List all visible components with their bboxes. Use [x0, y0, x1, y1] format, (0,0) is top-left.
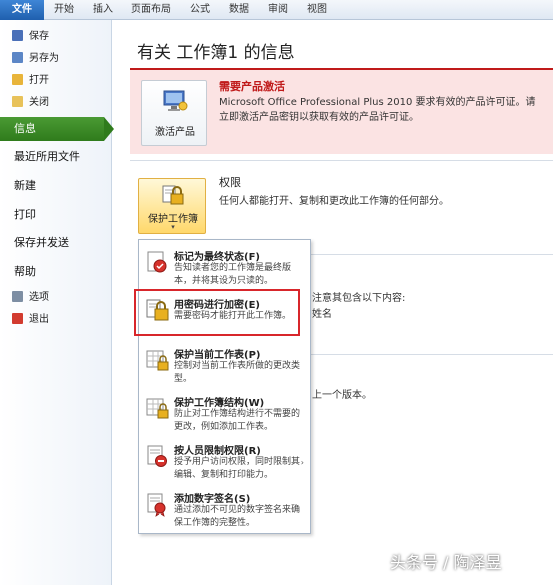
- exit-icon: [12, 313, 23, 324]
- sidebar-item-help[interactable]: 帮助: [14, 261, 36, 283]
- inspect-text: 注意其包含以下内容:: [312, 293, 406, 304]
- sidebar-item-label: 另存为: [29, 53, 59, 64]
- save-icon: [12, 30, 23, 41]
- save-as-icon: [12, 52, 23, 63]
- activation-panel: 激活产品 需要产品激活 Microsoft Office Professiona…: [130, 68, 553, 154]
- tab-insert[interactable]: 插入: [93, 0, 113, 20]
- activation-description: Microsoft Office Professional Plus 2010 …: [219, 97, 536, 123]
- divider: [130, 160, 553, 161]
- activation-title: 需要产品激活: [219, 80, 285, 93]
- permissions-description: 任何人都能打开、复制和更改此工作簿的任何部分。: [219, 196, 449, 207]
- open-folder-icon: [12, 74, 23, 85]
- menu-item-digital-signature[interactable]: 添加数字签名(S) 通过添加不可见的数字签名来确保工作簿的完整性。: [139, 488, 310, 532]
- chevron-down-icon: ▾: [171, 223, 175, 231]
- menu-item-title: 保护工作簿结构(W): [174, 398, 265, 409]
- tab-formulas[interactable]: 公式: [190, 0, 210, 20]
- sidebar-item-save-send[interactable]: 保存并发送: [14, 232, 69, 254]
- close-folder-icon: [12, 96, 23, 107]
- restrict-permission-icon: [147, 445, 167, 467]
- ribbon-tab-bar: 文件 开始 插入 页面布局 公式 数据 审阅 视图: [0, 0, 553, 20]
- menu-item-restrict-permission[interactable]: 按人员限制权限(R) 授予用户访问权限，同时限制其编辑、复制和打印能力。 ›: [139, 440, 310, 484]
- protect-sheet-icon: [146, 350, 169, 371]
- sidebar-item-recent[interactable]: 最近所用文件: [14, 146, 80, 168]
- menu-item-description: 授予用户访问权限，同时限制其编辑、复制和打印能力。: [174, 457, 301, 480]
- mark-final-icon: [147, 251, 167, 273]
- menu-item-protect-sheet[interactable]: 保护当前工作表(P) 控制对当前工作表所做的更改类型。: [139, 344, 310, 388]
- menu-item-description: 控制对当前工作表所做的更改类型。: [174, 361, 301, 384]
- sidebar-item-print[interactable]: 打印: [14, 204, 36, 226]
- versions-text: 上一个版本。: [312, 390, 372, 401]
- menu-item-title: 按人员限制权限(R): [174, 446, 261, 457]
- sidebar-item-save-as[interactable]: 另存为: [12, 50, 59, 68]
- activate-product-label: 激活产品: [155, 127, 195, 138]
- divider: [311, 254, 553, 255]
- tab-page-layout[interactable]: 页面布局: [131, 0, 171, 20]
- menu-item-mark-final[interactable]: 标记为最终状态(F) 告知读者您的工作簿是最终版本，并将其设为只读的。: [139, 246, 310, 290]
- menu-item-title: 保护当前工作表(P): [174, 350, 261, 361]
- sidebar-item-close[interactable]: 关闭: [12, 94, 49, 112]
- sidebar-item-open[interactable]: 打开: [12, 72, 49, 90]
- sidebar-item-label: 退出: [29, 314, 49, 325]
- sidebar-item-new[interactable]: 新建: [14, 175, 36, 197]
- menu-item-description: 告知读者您的工作簿是最终版本，并将其设为只读的。: [174, 263, 292, 286]
- menu-item-title: 标记为最终状态(F): [174, 252, 260, 263]
- watermark-text: 头条号 / 陶泽昱: [390, 553, 502, 572]
- sidebar-item-label: 保存: [29, 31, 49, 42]
- tab-review[interactable]: 审阅: [268, 0, 288, 20]
- submenu-arrow-icon: ›: [300, 458, 304, 467]
- protect-workbook-menu: 标记为最终状态(F) 告知读者您的工作簿是最终版本，并将其设为只读的。 用密码进…: [138, 239, 311, 534]
- menu-item-description: 通过添加不可见的数字签名来确保工作簿的完整性。: [174, 505, 301, 528]
- tab-home[interactable]: 开始: [54, 0, 74, 20]
- options-icon: [12, 291, 23, 302]
- protect-workbook-button[interactable]: 保护工作簿 ▾: [138, 178, 206, 234]
- activate-product-button[interactable]: 激活产品: [141, 80, 207, 146]
- sidebar-item-label: 选项: [29, 292, 49, 303]
- menu-item-description: 防止对工作簿结构进行不需要的更改，例如添加工作表。: [174, 409, 301, 432]
- sidebar-item-options[interactable]: 选项: [12, 289, 49, 307]
- tab-file[interactable]: 文件: [0, 0, 44, 20]
- sidebar-item-label: 打开: [29, 75, 49, 86]
- backstage-sidebar: 保存 另存为 打开 关闭 信息 最近所用文件 新建 打印 保存并发送 帮助 选项…: [0, 20, 114, 585]
- highlight-annotation-box: [134, 289, 300, 336]
- lock-icon: [162, 185, 184, 205]
- sidebar-item-exit[interactable]: 退出: [12, 311, 49, 329]
- sidebar-item-label: 关闭: [29, 97, 49, 108]
- tab-data[interactable]: 数据: [229, 0, 249, 20]
- tab-view[interactable]: 视图: [307, 0, 327, 20]
- sidebar-item-info[interactable]: 信息: [0, 117, 114, 141]
- permissions-title: 权限: [219, 176, 241, 189]
- protect-structure-icon: [146, 398, 169, 419]
- menu-item-title: 添加数字签名(S): [174, 494, 251, 505]
- menu-item-protect-structure[interactable]: 保护工作簿结构(W) 防止对工作簿结构进行不需要的更改，例如添加工作表。: [139, 392, 310, 436]
- digital-signature-icon: [147, 493, 166, 517]
- activate-product-icon: [163, 90, 188, 111]
- divider: [311, 354, 553, 355]
- page-title: 有关 工作簿1 的信息: [137, 43, 295, 63]
- inspect-text: 姓名: [312, 309, 332, 320]
- sidebar-item-save[interactable]: 保存: [12, 28, 49, 46]
